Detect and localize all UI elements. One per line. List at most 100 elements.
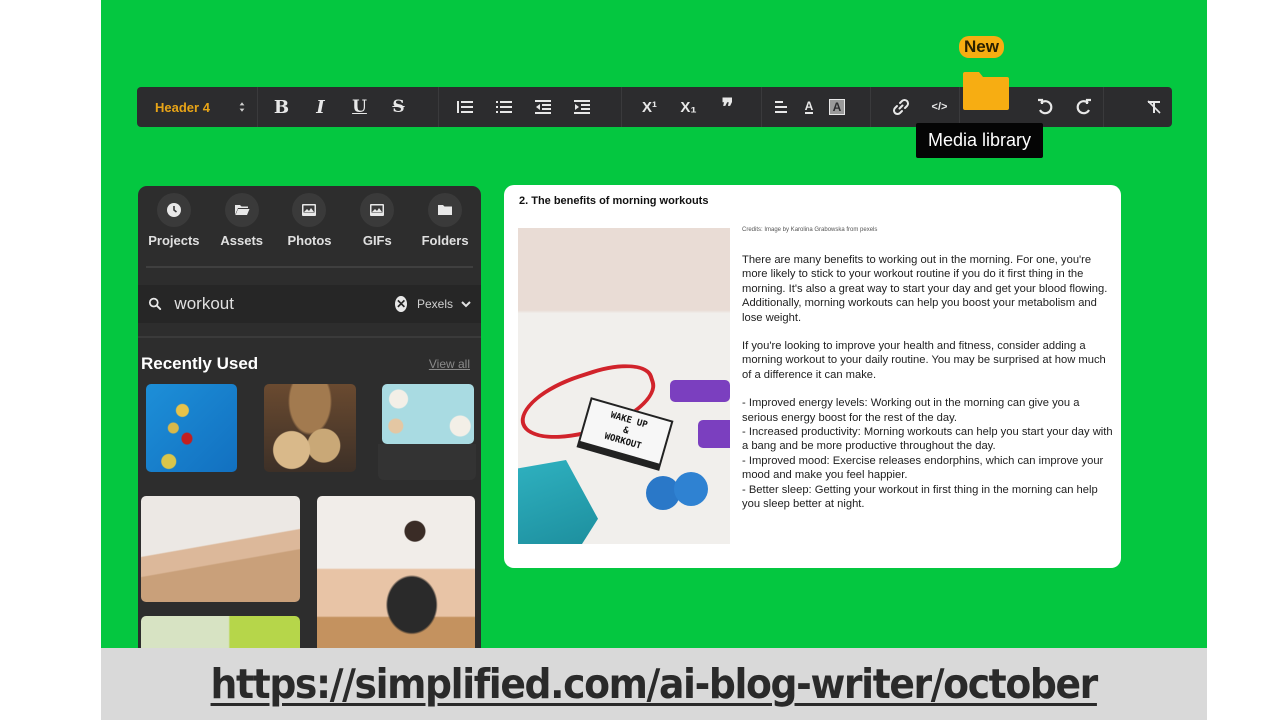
- article-image: WAKE UP & WORKOUT: [518, 228, 730, 544]
- gif-image-icon: [370, 204, 385, 216]
- ordered-list-button[interactable]: [445, 87, 484, 127]
- media-library-tooltip: Media library: [916, 123, 1044, 158]
- url-link[interactable]: https://simplified.com/ai-blog-writer/oc…: [211, 660, 1099, 708]
- editor-toolbar: Header 4 B I U S X¹ X₁ ❞ A A </>: [137, 87, 1172, 127]
- clear-group: [1104, 87, 1173, 127]
- promo-canvas: Header 4 B I U S X¹ X₁ ❞ A A </> New Med…: [101, 0, 1207, 648]
- section-heading: 2. The benefits of morning workouts: [519, 195, 709, 207]
- align-button[interactable]: [766, 87, 796, 127]
- indent-button[interactable]: [562, 87, 601, 127]
- bullet-item: - Improved mood: Exercise releases endor…: [742, 454, 1104, 482]
- redo-button[interactable]: [1064, 87, 1103, 127]
- media-panel: Projects Assets Photos GIFs Folders work…: [138, 186, 481, 648]
- new-badge: New: [959, 36, 1004, 58]
- align-icon: [775, 101, 787, 113]
- folder-icon: [963, 72, 1009, 110]
- divider: [138, 336, 481, 338]
- bullet-item: - Increased productivity: Morning workou…: [742, 426, 1113, 453]
- quote-icon: ❞: [721, 94, 734, 120]
- text-color-icon: A: [804, 99, 814, 114]
- style-group: A A: [762, 87, 871, 127]
- image-credits: Credits: Image by Karolina Grabowska fro…: [742, 227, 878, 233]
- superscript-button[interactable]: X¹: [630, 87, 669, 127]
- paragraph: There are many benefits to working out i…: [742, 254, 1108, 324]
- clear-format-icon: [1146, 100, 1161, 114]
- image-icon: [302, 204, 317, 216]
- insert-group: </>: [871, 87, 960, 127]
- italic-button[interactable]: I: [301, 87, 340, 127]
- media-library-button[interactable]: [961, 70, 1011, 112]
- source-select[interactable]: Pexels: [417, 297, 453, 311]
- clear-format-button[interactable]: [1134, 87, 1173, 127]
- heading-level-select[interactable]: Header 4: [137, 100, 227, 115]
- url-caption-bar: https://simplified.com/ai-blog-writer/oc…: [101, 648, 1207, 720]
- bold-button[interactable]: B: [262, 87, 301, 127]
- bold-icon: B: [273, 96, 290, 118]
- search-input[interactable]: [174, 294, 396, 314]
- tab-assets[interactable]: Assets: [209, 193, 275, 248]
- tab-photos[interactable]: Photos: [276, 193, 342, 248]
- thumbnail-salads[interactable]: [382, 384, 474, 444]
- recently-used-title: Recently Used: [141, 354, 259, 373]
- tab-label: Assets: [220, 233, 263, 248]
- clock-icon: [166, 203, 181, 217]
- tab-projects[interactable]: Projects: [141, 193, 207, 248]
- thumbnail-tacos[interactable]: [264, 384, 356, 472]
- undo-button[interactable]: [1025, 87, 1064, 127]
- code-icon: </>: [931, 101, 948, 113]
- tab-folders[interactable]: Folders: [412, 193, 478, 248]
- strikethrough-button[interactable]: S: [379, 87, 418, 127]
- link-icon: [892, 98, 909, 116]
- image-dumbbell: [670, 380, 730, 402]
- recently-used-header: Recently Used View all: [138, 354, 481, 374]
- tab-label: Photos: [287, 233, 332, 248]
- highlight-icon: A: [828, 99, 846, 115]
- clear-search-icon[interactable]: ✕: [395, 296, 407, 312]
- tab-gifs[interactable]: GIFs: [344, 193, 410, 248]
- open-folder-icon: [234, 205, 250, 215]
- heading-select-arrows-icon[interactable]: [227, 101, 257, 113]
- heading-group: Header 4: [137, 87, 258, 127]
- bullet-list-button[interactable]: [484, 87, 523, 127]
- format-group: B I U S: [258, 87, 439, 127]
- category-tabs: Projects Assets Photos GIFs Folders: [138, 186, 481, 248]
- thumbnail-salads-shadow: [378, 444, 476, 480]
- subscript-icon: X₁: [680, 98, 697, 116]
- tab-label: Projects: [148, 233, 200, 248]
- search-bar: ✕ Pexels: [138, 285, 481, 323]
- search-icon: [148, 297, 162, 310]
- subscript-button[interactable]: X₁: [669, 87, 708, 127]
- bullet-item: - Better sleep: Getting your workout in …: [742, 483, 1098, 511]
- tab-label: GIFs: [362, 233, 392, 248]
- document-card: 2. The benefits of morning workouts WAKE…: [504, 185, 1121, 568]
- thumbnail-stretching[interactable]: [317, 496, 475, 648]
- undo-icon: [1037, 98, 1052, 115]
- highlight-button[interactable]: A: [822, 87, 852, 127]
- script-group: X¹ X₁ ❞: [622, 87, 762, 127]
- code-button[interactable]: </>: [920, 87, 959, 127]
- image-yoga-band: [518, 460, 598, 544]
- underline-icon: U: [352, 97, 367, 117]
- article-body: There are many benefits to working out i…: [742, 253, 1117, 512]
- text-color-button[interactable]: A: [796, 87, 822, 127]
- bullet-item: - Improved energy levels: Working out in…: [742, 397, 1080, 424]
- blockquote-button[interactable]: ❞: [708, 87, 747, 127]
- view-all-link[interactable]: View all: [429, 357, 470, 371]
- outdent-button[interactable]: [523, 87, 562, 127]
- list-group: [439, 87, 622, 127]
- folder-icon: [438, 205, 453, 215]
- image-dumbbell: [698, 420, 730, 448]
- thumbnail-green-room[interactable]: [141, 616, 300, 648]
- strikethrough-icon: S: [392, 97, 405, 117]
- divider: [146, 266, 473, 268]
- link-button[interactable]: [881, 87, 920, 127]
- image-lightbox-sign: WAKE UP & WORKOUT: [576, 397, 674, 471]
- thumbnail-chili-lime[interactable]: [146, 384, 237, 472]
- outdent-icon: [534, 100, 551, 114]
- underline-button[interactable]: U: [340, 87, 379, 127]
- chevron-down-icon[interactable]: [461, 297, 471, 311]
- bullet-list-icon: [495, 101, 512, 113]
- italic-icon: I: [316, 96, 325, 118]
- thumbnail-pilates[interactable]: [141, 496, 300, 602]
- indent-icon: [573, 100, 590, 114]
